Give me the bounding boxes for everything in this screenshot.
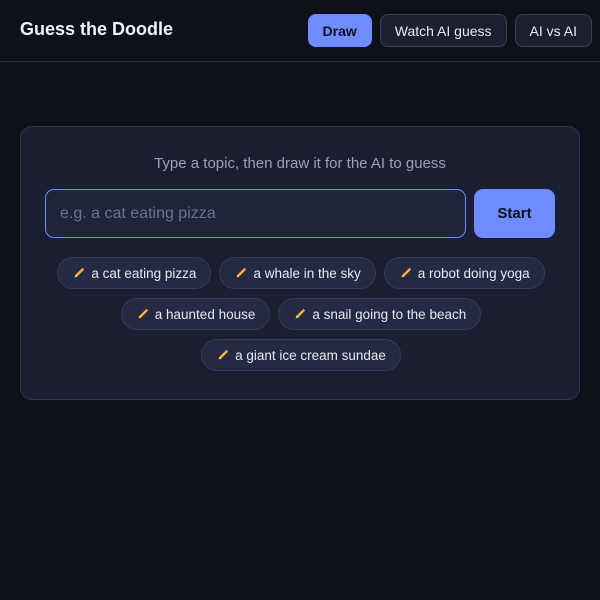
app-header: Guess the Doodle Draw Watch AI guess AI … [0, 0, 600, 62]
suggestion-label: a snail going to the beach [312, 306, 467, 322]
suggestion-chip[interactable]: a snail going to the beach [278, 298, 482, 330]
pencil-icon [401, 267, 412, 278]
pencil-icon [295, 308, 306, 319]
topic-card: Type a topic, then draw it for the AI to… [20, 126, 580, 400]
suggestion-label: a cat eating pizza [91, 265, 197, 281]
pencil-icon [218, 349, 229, 360]
mode-nav: Draw Watch AI guess AI vs AI [307, 14, 592, 47]
ai-vs-ai-tab[interactable]: AI vs AI [514, 14, 592, 47]
suggestion-label: a robot doing yoga [417, 265, 530, 281]
watch-ai-guess-tab[interactable]: Watch AI guess [379, 14, 507, 47]
instructions-text: Type a topic, then draw it for the AI to… [154, 155, 446, 172]
suggestion-list: a cat eating pizza a whale in the sky a … [41, 257, 561, 371]
pencil-icon [138, 308, 149, 319]
draw-tab[interactable]: Draw [307, 14, 372, 47]
suggestion-chip[interactable]: a haunted house [120, 298, 271, 330]
start-button[interactable]: Start [474, 189, 555, 238]
suggestion-label: a whale in the sky [253, 265, 361, 281]
pencil-icon [75, 267, 85, 278]
suggestion-chip[interactable]: a whale in the sky [219, 257, 376, 289]
topic-input[interactable] [45, 189, 466, 238]
suggestion-chip[interactable]: a giant ice cream sundae [201, 339, 401, 371]
pencil-icon [237, 267, 247, 278]
suggestion-chip[interactable]: a robot doing yoga [383, 257, 545, 289]
app-title: Guess the Doodle [20, 19, 174, 39]
suggestion-chip[interactable]: a cat eating pizza [57, 257, 212, 289]
suggestion-label: a haunted house [154, 306, 256, 322]
suggestion-label: a giant ice cream sundae [235, 347, 386, 363]
